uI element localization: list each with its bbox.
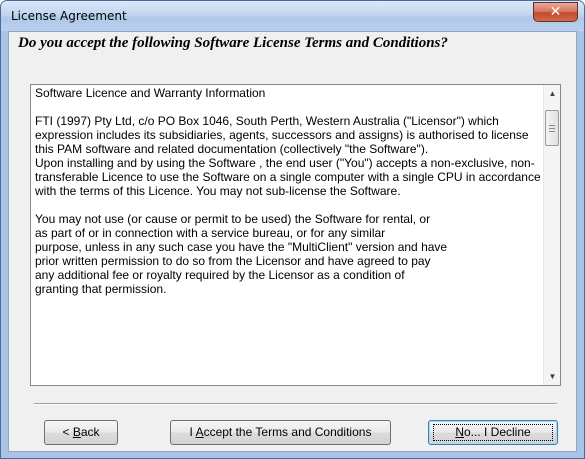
thumb-grip: [549, 131, 555, 132]
back-button[interactable]: < Back: [44, 420, 118, 445]
license-question: Do you accept the following Software Lic…: [18, 35, 448, 51]
vertical-scrollbar[interactable]: ▲ ▼: [543, 85, 560, 385]
license-line: any additional fee or royalty required b…: [35, 268, 405, 282]
license-heading: Software Licence and Warranty Informatio…: [35, 86, 266, 100]
button-divider: [34, 403, 557, 405]
back-mnemonic: B: [72, 425, 81, 439]
thumb-grip: [549, 125, 555, 126]
accept-button[interactable]: I Accept the Terms and Conditions: [170, 420, 391, 445]
license-line: granting that permission.: [35, 282, 167, 296]
title-bar[interactable]: License Agreement ✕: [1, 1, 584, 31]
back-label-rest: ack: [80, 425, 100, 439]
accept-label-rest: ccept the Terms and Conditions: [203, 425, 372, 439]
accept-mnemonic: A: [195, 425, 204, 439]
decline-button[interactable]: No... I Decline: [428, 420, 558, 445]
focus-rectangle: [433, 424, 553, 441]
back-label-prefix: <: [62, 425, 73, 439]
license-line: prior written permission to do so from t…: [35, 254, 431, 268]
license-line: purpose, unless in any such case you hav…: [35, 240, 448, 254]
license-text: Software Licence and Warranty Informatio…: [35, 86, 541, 296]
license-paragraph: FTI (1997) Pty Ltd, c/o PO Box 1046, Sou…: [35, 114, 529, 156]
close-icon: ✕: [549, 4, 562, 20]
close-button[interactable]: ✕: [533, 2, 578, 22]
license-paragraph: Upon installing and by using the Softwar…: [35, 156, 541, 198]
scroll-down-arrow-icon[interactable]: ▼: [544, 368, 560, 385]
license-text-box[interactable]: Software Licence and Warranty Informatio…: [30, 84, 561, 386]
window-title: License Agreement: [11, 9, 127, 23]
license-line: as part of or in connection with a servi…: [35, 226, 386, 240]
thumb-grip: [549, 128, 555, 129]
scroll-thumb[interactable]: [545, 110, 559, 146]
license-line: You may not use (or cause or permit to b…: [35, 212, 431, 226]
scroll-up-arrow-icon[interactable]: ▲: [544, 85, 560, 102]
